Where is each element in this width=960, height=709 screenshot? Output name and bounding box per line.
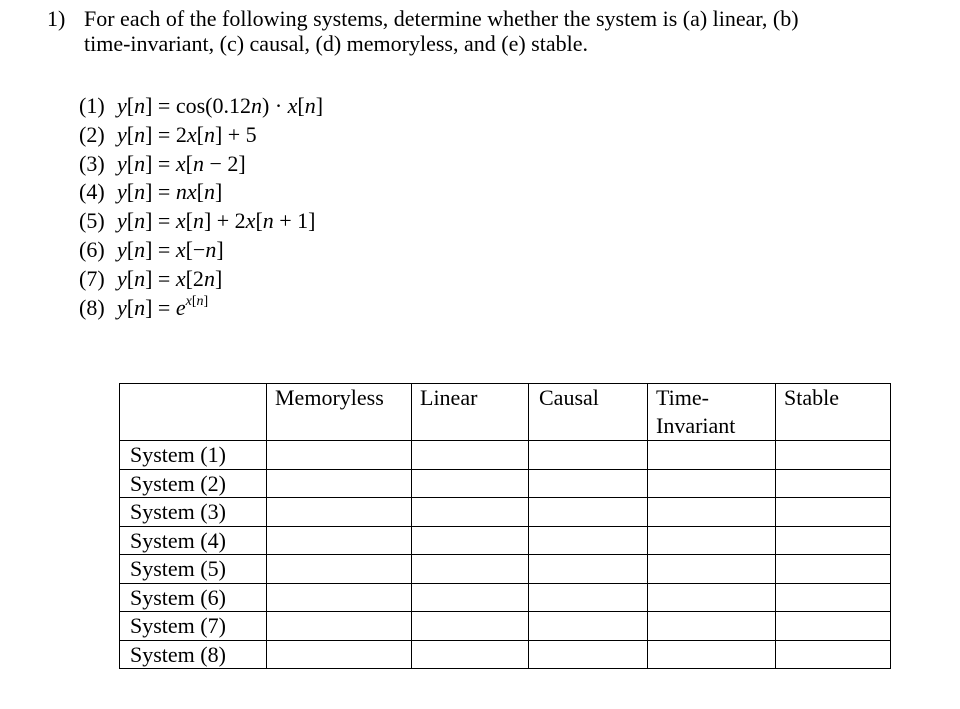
answer-cell-stable[interactable] [775, 611, 891, 641]
answer-cell-time-invariant[interactable] [647, 440, 776, 470]
answer-cell-stable[interactable] [775, 582, 891, 612]
answer-cell-linear[interactable] [411, 525, 529, 555]
answer-cell-time-invariant[interactable] [647, 497, 776, 527]
row-label-system-1: System (1) [119, 440, 267, 470]
column-header-linear: Linear [411, 383, 529, 441]
table-row: System (5) [119, 554, 891, 584]
system-equation-6: (6) y[n] = x[−n] [79, 236, 323, 265]
table-corner-cell [119, 383, 267, 441]
equation-expression: y[n] = nx[n] [117, 179, 223, 205]
answer-cell-stable[interactable] [775, 468, 891, 498]
equation-index: (6) [79, 236, 105, 262]
answer-cell-stable[interactable] [775, 639, 891, 669]
answer-cell-causal[interactable] [528, 468, 648, 498]
system-equation-list: (1) y[n] = cos(0.12n) · x[n] (2) y[n] = 2x… [79, 92, 323, 322]
answer-cell-linear[interactable] [411, 554, 529, 584]
answer-cell-memoryless[interactable] [266, 554, 412, 584]
answer-cell-causal[interactable] [528, 554, 648, 584]
table-row: System (7) [119, 611, 891, 641]
row-label-system-8: System (8) [119, 639, 267, 669]
question-number: 1) [47, 6, 66, 31]
question-line-2: time-invariant, (c) causal, (d) memoryle… [84, 31, 588, 56]
answer-cell-memoryless[interactable] [266, 525, 412, 555]
table-header-row: Memoryless Linear Causal Time- Invariant … [119, 383, 891, 441]
system-equation-5: (5) y[n] = x[n] + 2x[n + 1] [79, 207, 323, 236]
answer-cell-memoryless[interactable] [266, 440, 412, 470]
answer-cell-memoryless[interactable] [266, 582, 412, 612]
equation-expression: y[n] = ex[n] [117, 293, 209, 320]
answer-cell-causal[interactable] [528, 582, 648, 612]
answer-cell-causal[interactable] [528, 497, 648, 527]
question-line-1: For each of the following systems, deter… [84, 6, 799, 31]
equation-index: (2) [79, 121, 105, 147]
answer-cell-time-invariant[interactable] [647, 554, 776, 584]
answer-cell-causal[interactable] [528, 639, 648, 669]
equation-expression: y[n] = 2x[n] + 5 [117, 121, 257, 147]
table-body: System (1) System (2) System (3) System (4)… [119, 440, 891, 669]
equation-expression: y[n] = x[n − 2] [117, 150, 246, 176]
system-equation-3: (3) y[n] = x[n − 2] [79, 150, 323, 179]
answer-cell-linear[interactable] [411, 639, 529, 669]
row-label-system-4: System (4) [119, 525, 267, 555]
row-label-system-2: System (2) [119, 468, 267, 498]
system-equation-1: (1) y[n] = cos(0.12n) · x[n] [79, 92, 323, 121]
answer-cell-linear[interactable] [411, 582, 529, 612]
answer-cell-time-invariant[interactable] [647, 468, 776, 498]
table-row: System (1) [119, 440, 891, 470]
answer-cell-causal[interactable] [528, 440, 648, 470]
system-equation-8: (8) y[n] = ex[n] [79, 294, 323, 323]
row-label-system-7: System (7) [119, 611, 267, 641]
equation-index: (8) [79, 294, 105, 320]
equation-expression: y[n] = x[2n] [117, 265, 223, 291]
system-equation-7: (7) y[n] = x[2n] [79, 265, 323, 294]
answer-cell-time-invariant[interactable] [647, 611, 776, 641]
answer-cell-linear[interactable] [411, 468, 529, 498]
answer-cell-causal[interactable] [528, 611, 648, 641]
row-label-system-5: System (5) [119, 554, 267, 584]
answer-cell-memoryless[interactable] [266, 468, 412, 498]
answer-cell-stable[interactable] [775, 497, 891, 527]
equation-expression: y[n] = cos(0.12n) · x[n] [117, 93, 324, 118]
equation-index: (1) [79, 93, 105, 118]
answer-cell-stable[interactable] [775, 554, 891, 584]
column-header-causal: Causal [528, 383, 648, 441]
equation-expression: y[n] = x[n] + 2x[n + 1] [117, 208, 316, 234]
system-equation-2: (2) y[n] = 2x[n] + 5 [79, 121, 323, 150]
column-header-time-invariant: Time- Invariant [647, 383, 776, 441]
answer-cell-linear[interactable] [411, 440, 529, 470]
answer-cell-time-invariant[interactable] [647, 525, 776, 555]
equation-index: (7) [79, 265, 105, 291]
question-text: For each of the following systems, deter… [84, 6, 924, 56]
table-row: System (2) [119, 468, 891, 498]
row-label-system-6: System (6) [119, 582, 267, 612]
answer-cell-linear[interactable] [411, 497, 529, 527]
answer-cell-stable[interactable] [775, 525, 891, 555]
table-row: System (3) [119, 497, 891, 527]
equation-index: (4) [79, 179, 105, 205]
answer-cell-causal[interactable] [528, 525, 648, 555]
row-label-system-3: System (3) [119, 497, 267, 527]
answer-cell-linear[interactable] [411, 611, 529, 641]
exponent: x[n] [185, 293, 209, 309]
column-header-stable: Stable [775, 383, 891, 441]
answer-cell-time-invariant[interactable] [647, 639, 776, 669]
equation-index: (5) [79, 208, 105, 234]
column-header-memoryless: Memoryless [266, 383, 412, 441]
answer-cell-memoryless[interactable] [266, 497, 412, 527]
answer-cell-stable[interactable] [775, 440, 891, 470]
equation-index: (3) [79, 150, 105, 176]
answer-cell-memoryless[interactable] [266, 611, 412, 641]
table-row: System (8) [119, 639, 891, 669]
answer-cell-time-invariant[interactable] [647, 582, 776, 612]
system-equation-4: (4) y[n] = nx[n] [79, 178, 323, 207]
answer-cell-memoryless[interactable] [266, 639, 412, 669]
system-properties-table: Memoryless Linear Causal Time- Invariant … [119, 383, 891, 669]
table-row: System (6) [119, 582, 891, 612]
table-row: System (4) [119, 525, 891, 555]
equation-expression: y[n] = x[−n] [117, 236, 224, 262]
